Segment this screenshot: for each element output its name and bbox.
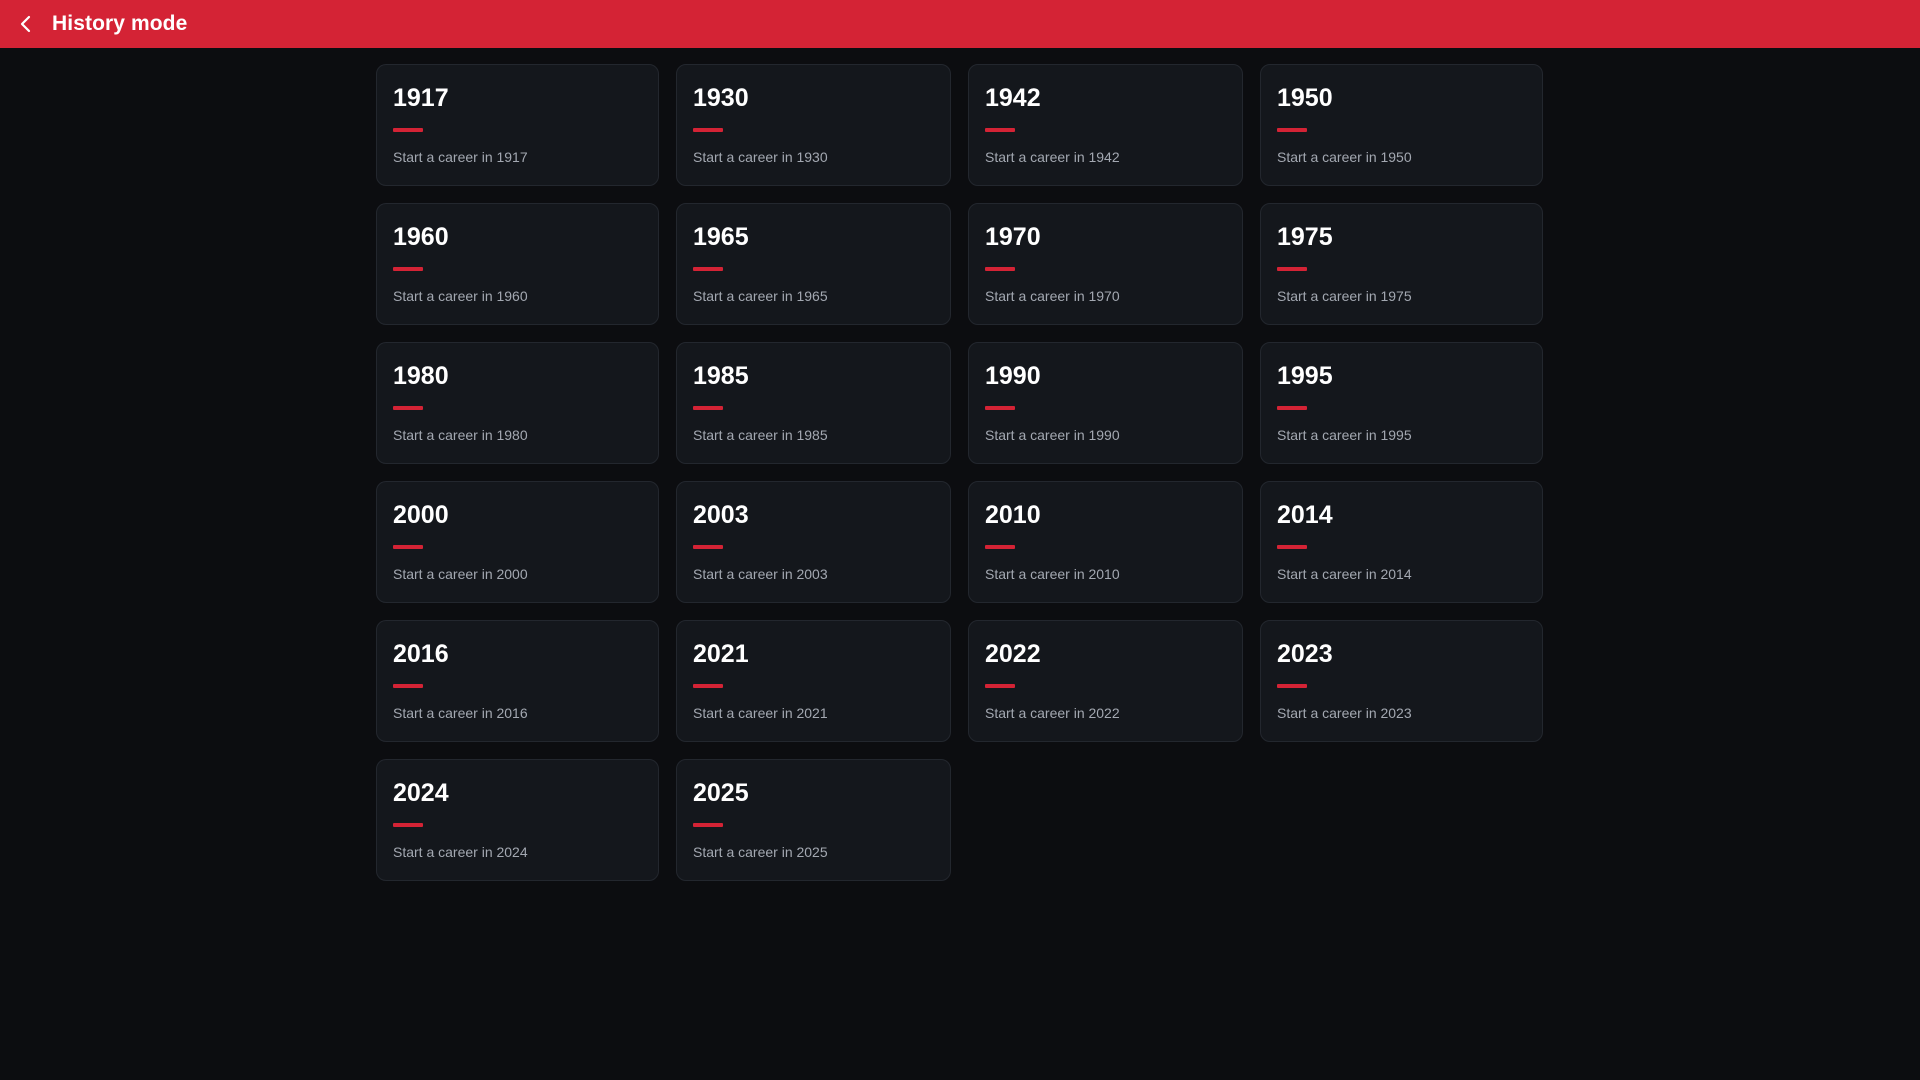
era-card[interactable]: 2016 Start a career in 2016 (376, 620, 659, 742)
era-card-year: 2023 (1277, 640, 1333, 668)
era-card-accent-line (985, 545, 1015, 549)
era-card[interactable]: 2024 Start a career in 2024 (376, 759, 659, 881)
era-card-accent-line (985, 267, 1015, 271)
era-card-subtitle: Start a career in 1970 (985, 288, 1120, 304)
era-card[interactable]: 2014 Start a career in 2014 (1260, 481, 1543, 603)
era-card[interactable]: 1930 Start a career in 1930 (676, 64, 951, 186)
era-card-year: 2014 (1277, 501, 1333, 529)
era-card-year: 1970 (985, 223, 1041, 251)
era-card-accent-line (693, 545, 723, 549)
era-card[interactable]: 1980 Start a career in 1980 (376, 342, 659, 464)
era-card[interactable]: 1990 Start a career in 1990 (968, 342, 1243, 464)
era-card-subtitle: Start a career in 1985 (693, 427, 828, 443)
era-card-accent-line (1277, 684, 1307, 688)
era-card[interactable]: 1960 Start a career in 1960 (376, 203, 659, 325)
era-card-subtitle: Start a career in 1960 (393, 288, 528, 304)
era-card-subtitle: Start a career in 2024 (393, 844, 528, 860)
era-card-subtitle: Start a career in 2000 (393, 566, 528, 582)
era-card-year: 2010 (985, 501, 1041, 529)
era-card[interactable]: 2000 Start a career in 2000 (376, 481, 659, 603)
era-card[interactable]: 2003 Start a career in 2003 (676, 481, 951, 603)
era-card-year: 1980 (393, 362, 449, 390)
era-card[interactable]: 1950 Start a career in 1950 (1260, 64, 1543, 186)
era-card-year: 1990 (985, 362, 1041, 390)
era-card[interactable]: 2010 Start a career in 2010 (968, 481, 1243, 603)
era-card-year: 2000 (393, 501, 449, 529)
era-card[interactable]: 1965 Start a career in 1965 (676, 203, 951, 325)
era-card-subtitle: Start a career in 1942 (985, 149, 1120, 165)
era-card-accent-line (393, 545, 423, 549)
era-card-accent-line (693, 267, 723, 271)
era-card-subtitle: Start a career in 2003 (693, 566, 828, 582)
era-card-year: 1917 (393, 84, 449, 112)
era-card-year: 2025 (693, 779, 749, 807)
era-card-year: 1950 (1277, 84, 1333, 112)
era-card[interactable]: 1975 Start a career in 1975 (1260, 203, 1543, 325)
era-card-accent-line (393, 128, 423, 132)
era-card[interactable]: 2023 Start a career in 2023 (1260, 620, 1543, 742)
era-card-subtitle: Start a career in 1965 (693, 288, 828, 304)
era-card-subtitle: Start a career in 2021 (693, 705, 828, 721)
era-card-grid: 1917 Start a career in 1917 1930 Start a ca… (376, 64, 1544, 881)
era-card-accent-line (393, 823, 423, 827)
era-card-year: 1975 (1277, 223, 1333, 251)
era-card-subtitle: Start a career in 2010 (985, 566, 1120, 582)
era-card-year: 1985 (693, 362, 749, 390)
era-card[interactable]: 1942 Start a career in 1942 (968, 64, 1243, 186)
era-card-subtitle: Start a career in 1975 (1277, 288, 1412, 304)
era-card-year: 2016 (393, 640, 449, 668)
era-card-accent-line (393, 267, 423, 271)
era-card-year: 1942 (985, 84, 1041, 112)
era-card-year: 2024 (393, 779, 449, 807)
era-card-accent-line (985, 406, 1015, 410)
era-card-subtitle: Start a career in 1995 (1277, 427, 1412, 443)
era-card-accent-line (1277, 545, 1307, 549)
era-card-year: 1960 (393, 223, 449, 251)
era-card[interactable]: 1917 Start a career in 1917 (376, 64, 659, 186)
era-card-subtitle: Start a career in 2025 (693, 844, 828, 860)
era-card[interactable]: 2021 Start a career in 2021 (676, 620, 951, 742)
era-card-subtitle: Start a career in 2022 (985, 705, 1120, 721)
era-card-subtitle: Start a career in 1930 (693, 149, 828, 165)
era-card-accent-line (393, 684, 423, 688)
era-card-accent-line (693, 823, 723, 827)
era-card-accent-line (985, 128, 1015, 132)
era-card-subtitle: Start a career in 1980 (393, 427, 528, 443)
chevron-left-icon (19, 15, 33, 33)
era-card[interactable]: 2022 Start a career in 2022 (968, 620, 1243, 742)
back-button[interactable] (14, 12, 38, 36)
era-card[interactable]: 1995 Start a career in 1995 (1260, 342, 1543, 464)
era-card-year: 2003 (693, 501, 749, 529)
era-card-year: 2022 (985, 640, 1041, 668)
era-card-accent-line (985, 684, 1015, 688)
page-title: History mode (52, 12, 188, 35)
era-card-year: 1995 (1277, 362, 1333, 390)
era-card-year: 2021 (693, 640, 749, 668)
era-card-year: 1930 (693, 84, 749, 112)
era-card-accent-line (693, 684, 723, 688)
era-card-subtitle: Start a career in 1990 (985, 427, 1120, 443)
era-card[interactable]: 2025 Start a career in 2025 (676, 759, 951, 881)
era-card[interactable]: 1970 Start a career in 1970 (968, 203, 1243, 325)
era-card-subtitle: Start a career in 1950 (1277, 149, 1412, 165)
era-card-accent-line (1277, 267, 1307, 271)
era-card-accent-line (1277, 406, 1307, 410)
era-card-subtitle: Start a career in 1917 (393, 149, 528, 165)
era-card-subtitle: Start a career in 2023 (1277, 705, 1412, 721)
era-card-accent-line (393, 406, 423, 410)
era-card-accent-line (1277, 128, 1307, 132)
era-card[interactable]: 1985 Start a career in 1985 (676, 342, 951, 464)
top-bar: History mode (0, 0, 1920, 48)
era-card-subtitle: Start a career in 2014 (1277, 566, 1412, 582)
era-card-accent-line (693, 128, 723, 132)
era-card-subtitle: Start a career in 2016 (393, 705, 528, 721)
era-card-accent-line (693, 406, 723, 410)
era-card-year: 1965 (693, 223, 749, 251)
